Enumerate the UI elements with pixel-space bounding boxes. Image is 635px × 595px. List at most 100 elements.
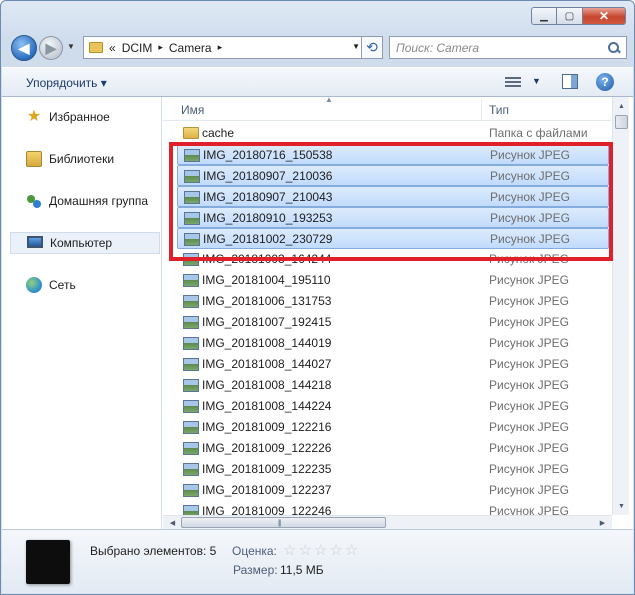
folder-row[interactable]: cache Папка с файлами [177,123,609,144]
nav-item-favorites[interactable]: ★ Избранное [10,106,160,128]
forward-button[interactable]: ▶ [39,36,63,60]
size-value: 11,5 МБ [280,563,324,577]
file-type: Папка с файлами [489,126,588,140]
selection-thumbnail [26,540,70,584]
horizontal-scrollbar[interactable]: ◀ ||| ▶ [163,515,612,529]
address-bar[interactable]: « DCIM ▸ Camera ▸ ▼ [83,36,383,59]
sort-ascending-icon: ▲ [325,97,333,104]
scroll-down-icon[interactable]: ▼ [614,498,629,514]
file-row[interactable]: IMG_20181008_144218 Рисунок JPEG [177,375,609,396]
file-row[interactable]: IMG_20181009_122237 Рисунок JPEG [177,480,609,501]
rating-star-icon[interactable]: ☆ [283,541,296,559]
file-row[interactable]: IMG_20181008_144027 Рисунок JPEG [177,354,609,375]
file-type: Рисунок JPEG [490,232,570,246]
command-bar: Упорядочить ▾ ▼ ? [2,67,633,97]
file-row[interactable]: IMG_20181009_122216 Рисунок JPEG [177,417,609,438]
close-button[interactable]: ✕ [583,7,626,25]
file-row[interactable]: IMG_20181006_131753 Рисунок JPEG [177,291,609,312]
image-file-icon [183,505,199,515]
preview-pane-icon[interactable] [562,74,578,89]
file-name: cache [202,126,235,140]
rating-star-icon[interactable]: ☆ [345,541,358,559]
refresh-icon: ⟲ [366,39,378,55]
vertical-scrollbar[interactable]: ▲ ▼ [612,97,629,515]
image-file-icon [183,379,199,392]
file-row[interactable]: IMG_20181007_192415 Рисунок JPEG [177,312,609,333]
file-type: Рисунок JPEG [489,378,569,392]
file-name: IMG_20180716_150538 [203,148,333,162]
search-box[interactable] [389,36,627,59]
vertical-scroll-thumb[interactable] [615,115,628,129]
breadcrumb-camera[interactable]: Camera [169,41,212,55]
file-name: IMG_20181009_122237 [202,483,332,497]
nav-item-computer[interactable]: Компьютер [10,232,160,254]
file-row[interactable]: IMG_20181009_122226 Рисунок JPEG [177,438,609,459]
file-row[interactable]: IMG_20181009_122235 Рисунок JPEG [177,459,609,480]
organize-button[interactable]: Упорядочить ▾ [26,76,107,90]
nav-item-libraries[interactable]: Библиотеки [10,148,160,170]
size-label: Размер: [233,563,278,577]
file-type: Рисунок JPEG [489,315,569,329]
file-row[interactable]: IMG_20180907_210036 Рисунок JPEG [177,165,609,186]
search-icon[interactable] [607,41,621,55]
column-header-name[interactable]: Имя [181,103,204,117]
image-file-icon [184,233,200,246]
file-type: Рисунок JPEG [489,273,569,287]
views-dropdown-icon[interactable]: ▼ [532,76,541,86]
file-name: IMG_20181009_122246 [202,504,332,515]
file-name: IMG_20181008_144224 [202,399,332,413]
file-name: IMG_20181008_144019 [202,336,332,350]
nav-item-homegroup[interactable]: Домашняя группа [10,190,160,212]
image-file-icon [184,149,200,162]
details-pane: Выбрано элементов: 5 Оценка: ☆ ☆ ☆ ☆ ☆ Р… [2,529,633,593]
file-row[interactable]: IMG_20181009_122246 Рисунок JPEG [177,501,609,515]
scroll-right-icon[interactable]: ▶ [595,516,610,530]
file-list: ▲ Имя Тип cache Папка с файлами IMG_201807… [163,97,611,515]
caption-buttons: ▁ ▢ ✕ [531,7,626,25]
address-overflow[interactable]: « [109,41,116,55]
back-button[interactable]: ◀ [11,35,37,61]
nav-item-label: Библиотеки [49,152,115,166]
column-divider[interactable] [481,99,482,121]
rating-star-icon[interactable]: ☆ [314,541,327,559]
views-icon[interactable] [505,75,521,89]
column-header-type[interactable]: Тип [489,103,509,117]
folder-icon [183,127,199,139]
breadcrumb-separator-icon[interactable]: ▸ [158,42,163,53]
history-dropdown[interactable]: ▼ [67,42,75,51]
nav-item-label: Компьютер [50,236,113,250]
file-name: IMG_20180907_210036 [203,169,333,183]
search-input[interactable] [396,40,607,55]
maximize-button[interactable]: ▢ [557,7,583,25]
breadcrumb-dcim[interactable]: DCIM [122,41,153,55]
file-row[interactable]: IMG_20181008_144224 Рисунок JPEG [177,396,609,417]
file-type: Рисунок JPEG [489,483,569,497]
rating-star-icon[interactable]: ☆ [298,541,311,559]
selected-count: Выбрано элементов: 5 [90,544,217,558]
maximize-icon: ▢ [564,10,575,22]
file-name: IMG_20181008_144218 [202,378,332,392]
refresh-button[interactable]: ⟲ [361,36,383,59]
file-row[interactable]: IMG_20180910_193253 Рисунок JPEG [177,207,609,228]
nav-item-network[interactable]: Сеть [10,274,160,296]
file-row[interactable]: IMG_20180716_150538 Рисунок JPEG [177,144,609,165]
rating-label: Оценка: [232,544,277,558]
file-row[interactable]: IMG_20181008_144019 Рисунок JPEG [177,333,609,354]
file-row[interactable]: IMG_20181004_195110 Рисунок JPEG [177,270,609,291]
file-row[interactable]: IMG_20181002_230729 Рисунок JPEG [177,228,609,249]
help-icon[interactable]: ? [596,73,614,91]
scroll-left-icon[interactable]: ◀ [165,516,180,530]
breadcrumb-separator-icon[interactable]: ▸ [218,42,223,53]
rating-stars[interactable]: ☆ ☆ ☆ ☆ ☆ [283,541,360,559]
image-file-icon [183,274,199,287]
address-row: ◀ ▶ ▼ « DCIM ▸ Camera ▸ ▼ ⟲ [9,33,627,61]
scroll-up-icon[interactable]: ▲ [614,98,629,114]
file-row[interactable]: IMG_20181003_164244 Рисунок JPEG [177,249,609,270]
rating-star-icon[interactable]: ☆ [329,541,342,559]
address-dropdown-icon[interactable]: ▼ [352,42,360,51]
minimize-button[interactable]: ▁ [531,7,557,25]
file-row[interactable]: IMG_20180907_210043 Рисунок JPEG [177,186,609,207]
horizontal-scroll-thumb[interactable]: ||| [181,517,386,528]
file-name: IMG_20181009_122226 [202,441,332,455]
computer-icon [27,236,43,248]
